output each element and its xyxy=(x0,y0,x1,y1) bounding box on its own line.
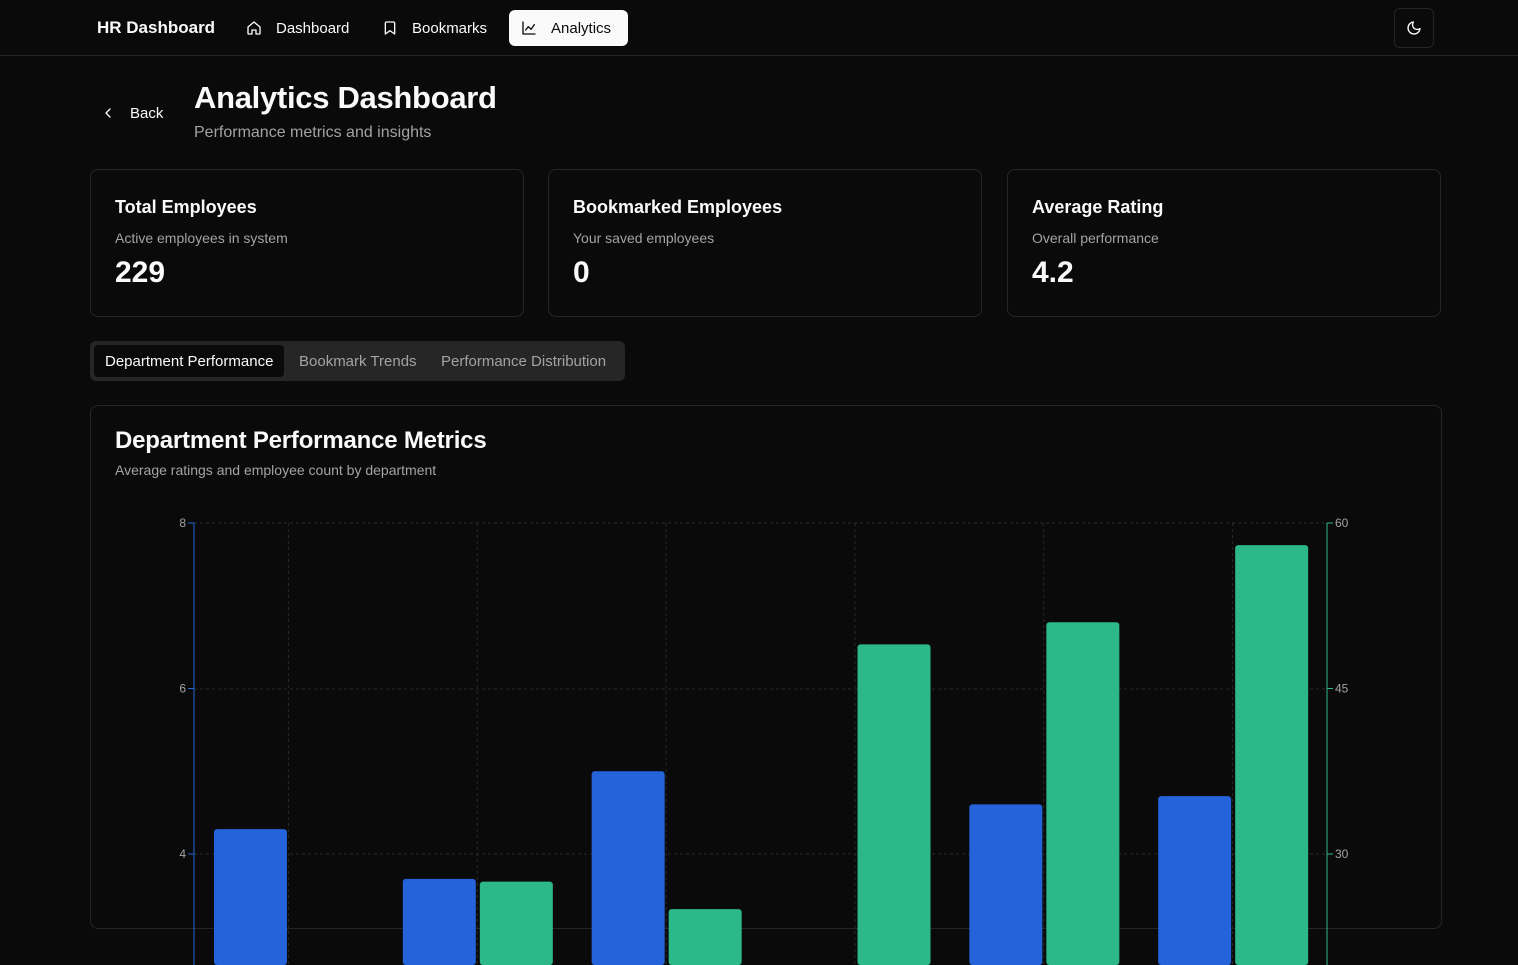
bar-employee-count xyxy=(479,881,553,965)
y-right-tick-label: 30 xyxy=(1335,847,1349,861)
bar-employee-count xyxy=(1046,622,1120,965)
bar-employee-count xyxy=(857,644,931,965)
y-left-tick-label: 8 xyxy=(179,516,186,530)
department-performance-chart: 8 6 4 60 45 30 xyxy=(179,516,1349,965)
y-left-tick-label: 6 xyxy=(179,682,186,696)
bar-employee-count xyxy=(1235,545,1309,965)
y-left-tick-label: 4 xyxy=(179,847,186,861)
bar-rating xyxy=(1158,796,1232,965)
bar-employee-count xyxy=(668,909,742,965)
bar-rating xyxy=(402,878,476,965)
bar-rating xyxy=(214,829,287,965)
y-right-tick-label: 60 xyxy=(1335,516,1349,530)
bar-rating xyxy=(591,771,665,965)
y-right-tick-label: 45 xyxy=(1335,682,1349,696)
bar-rating xyxy=(969,804,1043,965)
